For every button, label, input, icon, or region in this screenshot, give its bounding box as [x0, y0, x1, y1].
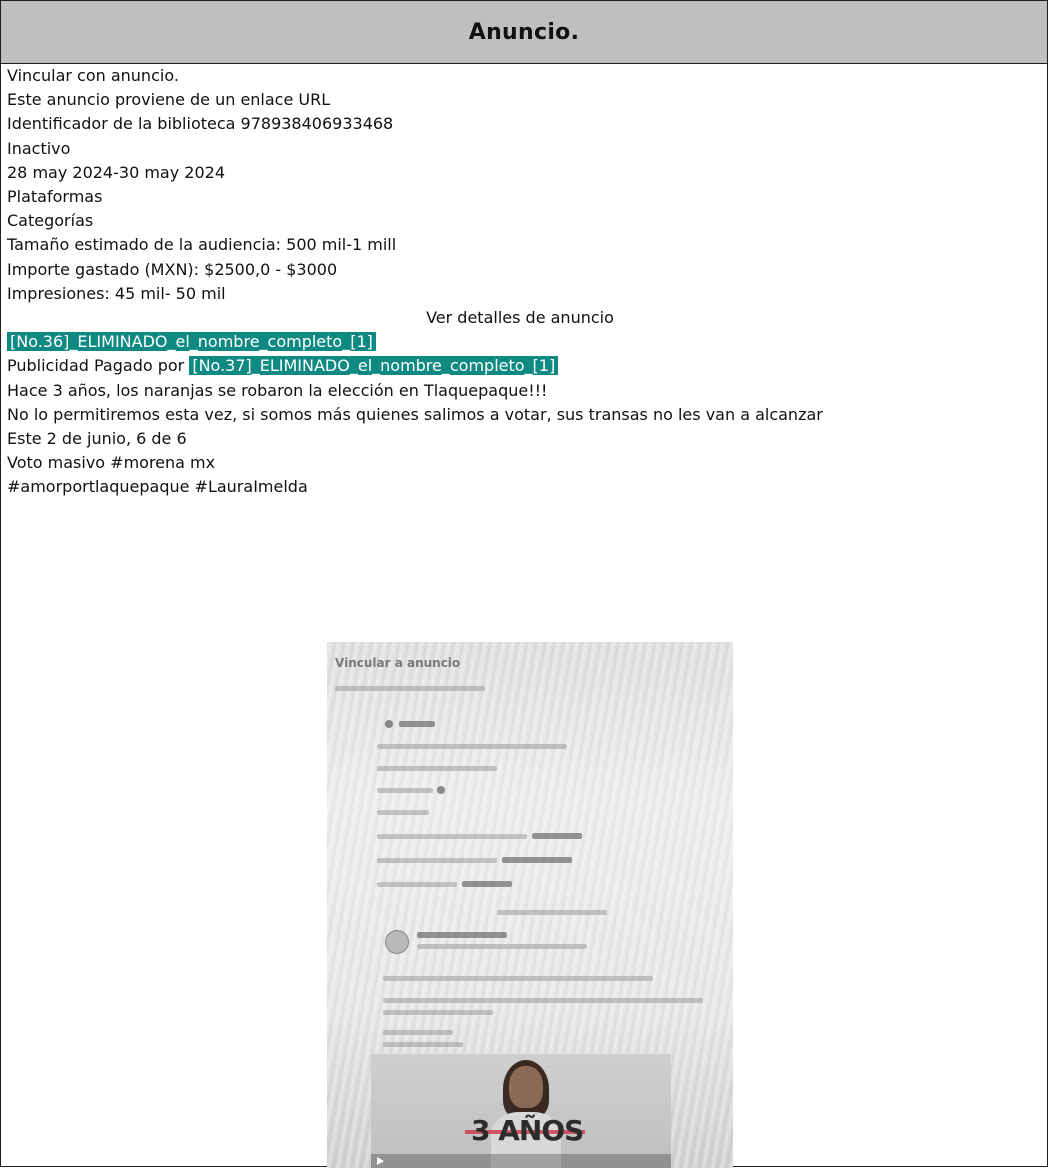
redacted-name-1: [No.36]_ELIMINADO_el_nombre_completo_[1] [7, 332, 376, 352]
ad-details-link-text: Ver detalles de anuncio [426, 308, 614, 328]
table-header: Anuncio. [1, 1, 1047, 64]
audience-size-text: Tamaño estimado de la audiencia: 500 mil… [7, 235, 397, 255]
photo-text-line [377, 882, 457, 887]
ad-source-text: Este anuncio proviene de un enlace URL [7, 90, 331, 110]
photo-text-line [383, 998, 703, 1003]
ad-copy-line-3: Este 2 de junio, 6 de 6 [7, 429, 187, 449]
photo-info-icon [437, 786, 445, 794]
paid-by-line: Publicidad Pagado por [No.37]_ELIMINADO_… [7, 354, 1047, 378]
ad-copy-line-4: Voto masivo #morena mx [7, 453, 216, 473]
photo-text-line [383, 1010, 493, 1015]
amount-spent-text: Importe gastado (MXN): $2500,0 - $3000 [7, 259, 338, 279]
photo-text-line [377, 766, 497, 771]
photo-text-line [377, 788, 433, 793]
photo-text-line [417, 944, 587, 949]
date-range-text: 28 may 2024-30 may 2024 [7, 162, 225, 182]
photo-bold-line [532, 833, 582, 839]
photo-text-line [335, 686, 485, 691]
ad-copy-line-2: No lo permitiremos esta vez, si somos má… [7, 404, 823, 424]
photo-text-line [497, 910, 607, 915]
photo-text-line [377, 834, 527, 839]
photo-dot-icon [385, 720, 393, 728]
photo-text-line [383, 976, 653, 981]
photo-video-text: 3 AÑOS [471, 1114, 584, 1147]
ad-copy-line-1: Hace 3 años, los naranjas se robaron la … [7, 380, 548, 400]
ad-hashtags: #amorportlaquepaque #LauraImelda [7, 477, 308, 497]
link-to-ad-text: Vincular con anuncio. [7, 66, 179, 85]
photo-person-head [509, 1066, 543, 1108]
categories-text: Categorías [7, 211, 94, 231]
photo-video-thumbnail: 3 AÑOS [371, 1054, 671, 1168]
redacted-name-2: [No.37]_ELIMINADO_el_nombre_completo_[1] [189, 356, 559, 376]
status-text: Inactivo [7, 138, 71, 158]
ad-details: Vincular con anuncio. Este anuncio provi… [1, 64, 1047, 500]
library-id-text: Identificador de la biblioteca 978938406… [7, 114, 394, 134]
play-icon [377, 1157, 384, 1165]
photo-bold-line [417, 932, 507, 938]
photo-text-line [377, 858, 497, 863]
photo-bold-line [399, 721, 435, 727]
table-title: Anuncio. [468, 19, 580, 45]
photo-bold-line [462, 881, 512, 887]
photo-text-line [377, 744, 567, 749]
photo-heading: Vincular a anuncio [335, 656, 461, 670]
platforms-text: Plataformas [7, 187, 103, 207]
ad-table: Anuncio. Vincular con anuncio. Este anun… [0, 0, 1048, 1168]
photo-text-line [377, 810, 429, 815]
photo-avatar [385, 930, 409, 954]
paid-by-label: Publicidad Pagado por [7, 356, 190, 376]
photo-video-controls [371, 1154, 671, 1168]
redacted-name-line: [No.36]_ELIMINADO_el_nombre_completo_[1] [7, 330, 1047, 354]
photo-text-line [383, 1030, 453, 1035]
impressions-text: Impresiones: 45 mil- 50 mil [7, 283, 226, 303]
photo-bold-line [502, 857, 572, 863]
ad-screenshot-photo: Vincular a anuncio 3 AÑOS [327, 642, 733, 1168]
photo-text-line [383, 1042, 463, 1047]
